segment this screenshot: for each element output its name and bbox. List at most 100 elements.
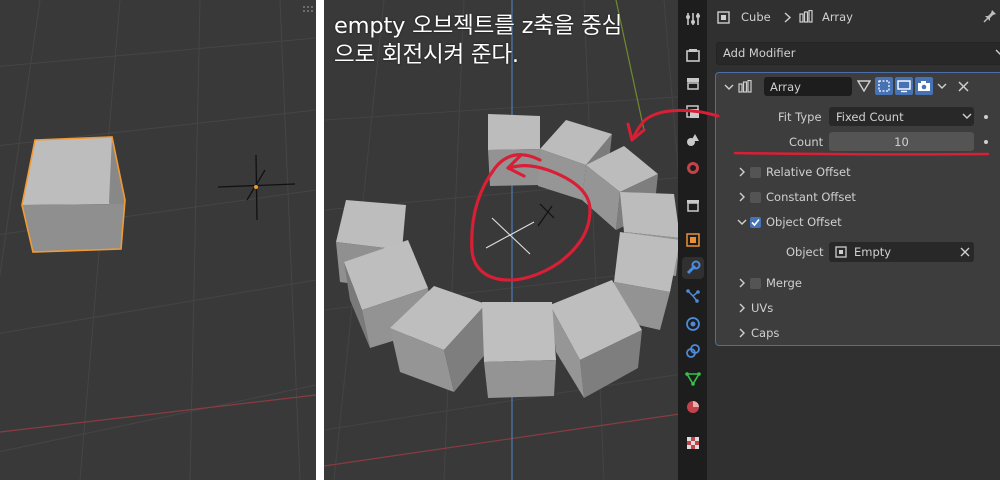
annotation-line-1: empty 오브젝트를 z축을 중심 xyxy=(334,13,623,39)
animate-property-dot[interactable] xyxy=(984,140,988,144)
tab-object[interactable] xyxy=(682,229,704,251)
area-corner-grip[interactable] xyxy=(303,6,313,14)
array-modifier-icon xyxy=(799,10,813,23)
animate-property-dot[interactable] xyxy=(984,115,988,119)
count-label: Count xyxy=(789,135,824,149)
viewport-right[interactable]: empty 오브젝트를 z축을 중심 으로 회전시켜 준다. xyxy=(324,0,707,480)
expand-chevron-icon[interactable] xyxy=(737,278,747,288)
expand-chevron-icon[interactable] xyxy=(737,328,747,338)
object-icon xyxy=(686,233,700,247)
object-value: Empty xyxy=(854,245,892,259)
modifier-name-field[interactable]: Array xyxy=(764,77,852,96)
x-axis-line xyxy=(324,409,707,467)
world-icon xyxy=(687,162,699,174)
count-field[interactable]: 10 xyxy=(829,132,974,151)
tab-view-layer[interactable] xyxy=(682,101,704,123)
constant-offset-label: Constant Offset xyxy=(766,190,856,204)
edit-mode-button[interactable] xyxy=(875,77,893,95)
tab-world[interactable] xyxy=(682,157,704,179)
relative-offset-checkbox[interactable] xyxy=(750,167,761,178)
clear-icon[interactable] xyxy=(960,247,970,257)
texture-icon xyxy=(687,437,699,449)
annotation-text: empty 오브젝트를 z축을 중심 으로 회전시켜 준다. xyxy=(334,12,704,70)
tab-scene[interactable] xyxy=(682,129,704,151)
render-icon xyxy=(686,49,700,62)
constraints-icon xyxy=(686,344,700,358)
add-modifier-button[interactable]: Add Modifier xyxy=(716,42,1000,65)
empty-axes-gizmo xyxy=(537,203,555,227)
constant-offset-checkbox[interactable] xyxy=(750,192,761,203)
array-cubes[interactable] xyxy=(336,114,680,398)
tab-modifier[interactable] xyxy=(682,257,704,279)
object-field[interactable]: Empty xyxy=(829,242,974,262)
tab-physics[interactable] xyxy=(682,313,704,335)
viewport-left[interactable] xyxy=(0,0,316,480)
chevron-right-icon xyxy=(784,12,792,23)
object-label: Object xyxy=(786,245,824,259)
selected-cube[interactable] xyxy=(21,136,126,253)
edit-mode-cage-button[interactable] xyxy=(855,77,873,95)
fit-type-label: Fit Type xyxy=(778,110,822,124)
realtime-button[interactable] xyxy=(895,77,913,95)
object-offset-label: Object Offset xyxy=(766,215,842,229)
collection-icon xyxy=(687,200,699,212)
array-modifier-panel: Array Fit Type Fixed Count Count 10 Rela… xyxy=(715,72,1000,346)
chevron-down-icon[interactable] xyxy=(937,83,947,91)
tab-particles[interactable] xyxy=(682,285,704,307)
modifier-name: Array xyxy=(770,80,801,94)
collapse-chevron-icon[interactable] xyxy=(737,217,747,227)
tab-material[interactable] xyxy=(682,396,704,418)
fit-type-value: Fixed Count xyxy=(836,110,904,124)
properties-tabs xyxy=(678,0,707,480)
empty-origin xyxy=(254,185,258,189)
tab-tool[interactable] xyxy=(682,8,704,30)
output-icon xyxy=(687,78,699,90)
render-button[interactable] xyxy=(915,77,933,95)
caps-label[interactable]: Caps xyxy=(751,326,779,340)
empty-object[interactable] xyxy=(485,217,535,255)
camera-icon xyxy=(918,81,930,91)
object-icon xyxy=(717,11,730,24)
particles-icon xyxy=(686,289,700,303)
expand-chevron-icon[interactable] xyxy=(737,303,747,313)
vertex-triangle-icon xyxy=(857,80,871,93)
tab-texture[interactable] xyxy=(682,432,704,454)
breadcrumb-modifier: Array xyxy=(822,10,853,24)
tab-output[interactable] xyxy=(682,72,704,94)
collapse-chevron-icon[interactable] xyxy=(724,82,734,92)
uvs-label[interactable]: UVs xyxy=(751,301,773,315)
annotation-line-2: 으로 회전시켜 준다. xyxy=(334,42,519,68)
array-cube xyxy=(488,114,540,186)
pin-icon[interactable] xyxy=(983,9,997,23)
viewport-left-scene xyxy=(0,0,316,480)
object-offset-checkbox[interactable] xyxy=(750,217,761,228)
physics-icon xyxy=(686,317,700,331)
tab-data[interactable] xyxy=(682,368,704,390)
properties-editor: Cube Array Add Modifier Array Fit Type F… xyxy=(707,0,1000,480)
modifier-icon xyxy=(686,260,701,275)
tab-collection[interactable] xyxy=(682,194,704,216)
expand-chevron-icon[interactable] xyxy=(737,167,747,177)
add-modifier-label: Add Modifier xyxy=(723,46,796,60)
chevron-down-icon xyxy=(995,49,1000,55)
close-icon[interactable] xyxy=(958,81,969,92)
scene-icon xyxy=(687,134,699,146)
count-value: 10 xyxy=(894,135,909,149)
tab-constraints[interactable] xyxy=(682,340,704,362)
array-modifier-icon xyxy=(738,80,752,93)
array-cube xyxy=(482,302,556,398)
monitor-icon xyxy=(897,80,911,93)
chevron-down-icon xyxy=(962,113,972,119)
material-icon xyxy=(687,401,699,413)
expand-chevron-icon[interactable] xyxy=(737,192,747,202)
data-icon xyxy=(685,372,701,386)
edit-mode-icon xyxy=(878,80,890,92)
merge-checkbox[interactable] xyxy=(750,278,761,289)
viewport-right-scene xyxy=(324,0,707,480)
breadcrumb-object: Cube xyxy=(741,10,771,24)
fit-type-dropdown[interactable]: Fixed Count xyxy=(829,107,974,126)
tool-icon xyxy=(686,13,700,25)
tab-render[interactable] xyxy=(682,44,704,66)
relative-offset-label: Relative Offset xyxy=(766,165,851,179)
view-layer-icon xyxy=(686,105,699,118)
